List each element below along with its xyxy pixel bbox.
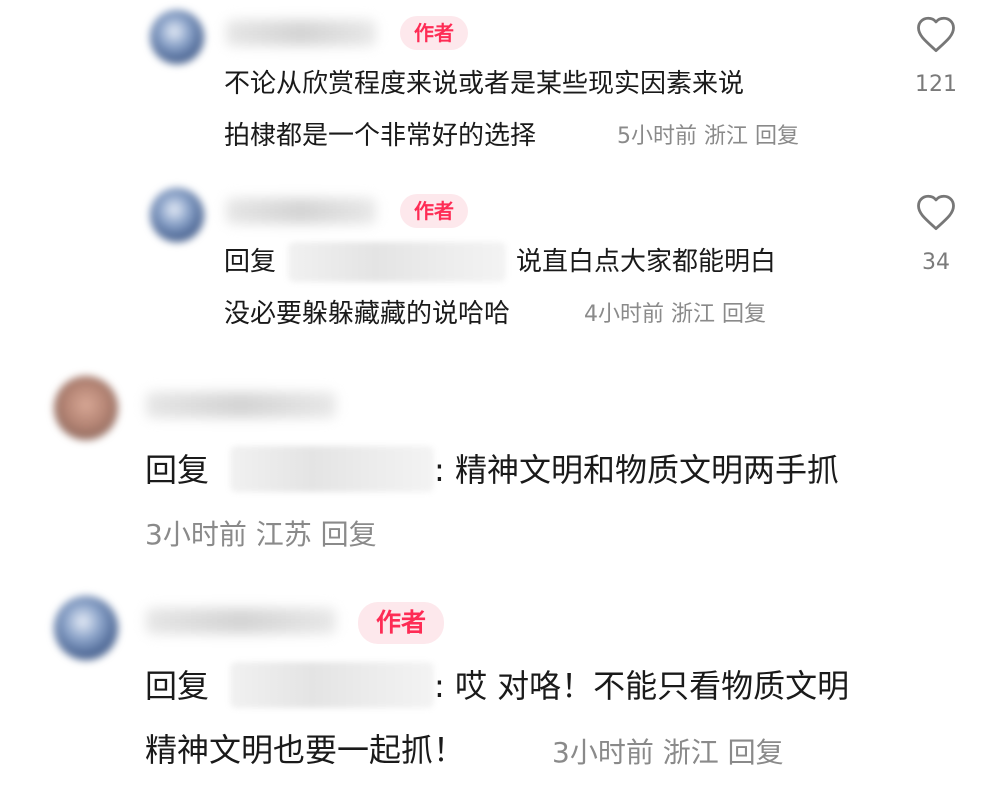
avatar[interactable]: [150, 188, 204, 242]
mentioned-user-redacted[interactable]: [230, 662, 434, 708]
mentioned-user-redacted[interactable]: [230, 446, 434, 492]
comment-thread: 作者 不论从欣赏程度来说或者是某些现实因素来说 拍棣都是一个非常好的选择 5小时…: [0, 0, 997, 801]
comment-text-line: 精神文明也要一起抓！: [145, 731, 466, 769]
heart-outline-icon[interactable]: [915, 192, 957, 232]
like-count: 121: [915, 72, 957, 97]
reply-prefix: 回复: [145, 667, 210, 705]
comment-text-line: 不论从欣赏程度来说或者是某些现实因素来说: [224, 69, 745, 99]
reply-prefix: 回复: [145, 451, 210, 489]
comment-meta[interactable]: 3小时前 浙江 回复: [552, 734, 784, 772]
username-redacted[interactable]: [146, 608, 336, 634]
username-redacted[interactable]: [146, 392, 336, 418]
comment-meta[interactable]: 3小时前 江苏 回复: [145, 516, 377, 554]
username-redacted[interactable]: [226, 198, 376, 224]
avatar[interactable]: [54, 596, 118, 660]
heart-outline-icon[interactable]: [915, 14, 957, 54]
author-badge: 作者: [400, 16, 468, 50]
comment-text-line: : 精神文明和物质文明两手抓: [434, 451, 839, 489]
comment-text-line: 说直白点大家都能明白: [516, 247, 777, 277]
like-count: 34: [922, 250, 950, 275]
mentioned-user-redacted[interactable]: [288, 242, 506, 282]
comment-meta[interactable]: 5小时前 浙江 回复: [617, 121, 799, 153]
comment-meta[interactable]: 4小时前 浙江 回复: [584, 299, 766, 331]
author-badge: 作者: [400, 194, 468, 228]
avatar[interactable]: [150, 10, 204, 64]
avatar[interactable]: [54, 376, 118, 440]
author-badge: 作者: [358, 602, 444, 644]
username-redacted[interactable]: [226, 20, 376, 46]
reply-prefix: 回复: [224, 247, 277, 277]
comment-text-line: 没必要躲躲藏藏的说哈哈: [224, 299, 511, 329]
comment-text-line: : 哎 对咯！不能只看物质文明: [434, 667, 850, 705]
comment-text-line: 拍棣都是一个非常好的选择: [224, 121, 537, 151]
